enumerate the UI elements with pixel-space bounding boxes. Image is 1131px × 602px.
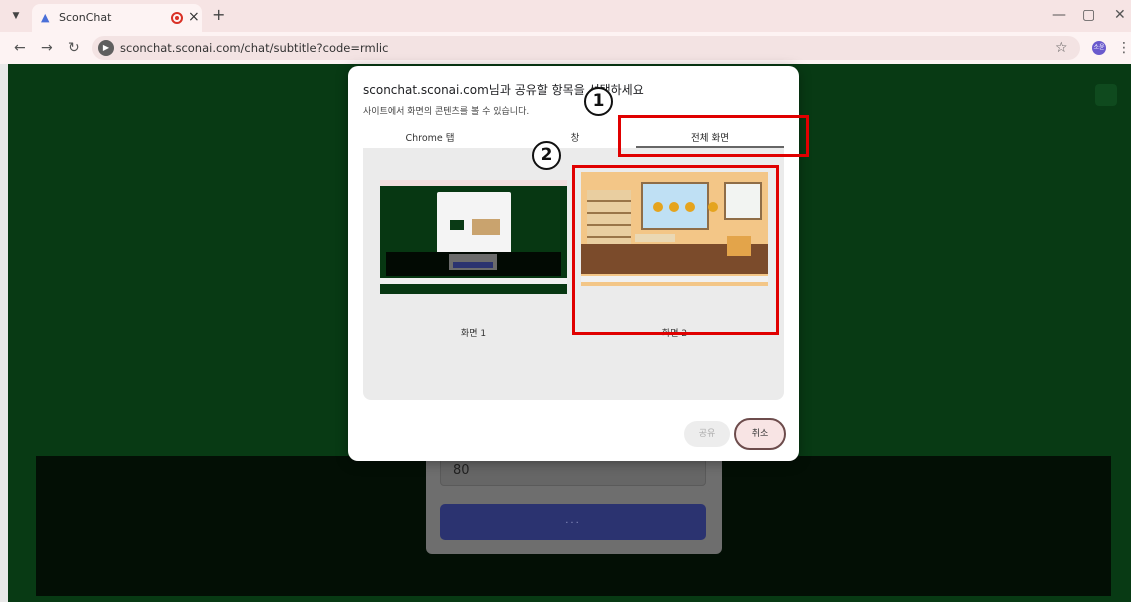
annotation-box-screen-2 [572, 165, 779, 335]
start-button[interactable]: ... [440, 504, 706, 540]
minimize-icon[interactable]: — [1052, 6, 1066, 24]
annotation-number-1: 1 [584, 87, 613, 116]
reload-icon[interactable]: ↻ [68, 39, 80, 57]
dialog-subtitle: 사이트에서 화면의 콘텐츠를 볼 수 있습니다. [363, 107, 530, 117]
settings-card: 80 ... [426, 452, 722, 554]
cancel-button[interactable]: 취소 [734, 418, 786, 450]
menu-kebab-icon[interactable]: ⋮ [1117, 39, 1131, 57]
address-bar[interactable]: ▶ sconchat.sconai.com/chat/subtitle?code… [92, 36, 1080, 60]
number-input-value: 80 [453, 463, 470, 478]
close-window-icon[interactable]: ✕ [1114, 6, 1126, 24]
screen-1-thumbnail [380, 180, 567, 294]
site-info-icon[interactable]: ▶ [98, 40, 114, 56]
share-button[interactable]: 공유 [684, 421, 730, 447]
annotation-box-entire-screen [618, 115, 809, 157]
back-icon[interactable]: ← [14, 39, 26, 57]
tab-title: SconChat [59, 11, 112, 24]
profile-avatar[interactable]: 소윤 [1092, 41, 1106, 55]
browser-tab[interactable]: ▲ SconChat × [32, 4, 202, 32]
tab-search-dropdown-icon[interactable]: ▼ [8, 8, 24, 24]
annotation-number-2: 2 [532, 141, 561, 170]
tab-close-icon[interactable]: × [188, 9, 200, 25]
recording-icon [171, 12, 183, 24]
new-tab-icon[interactable]: + [212, 6, 225, 24]
bookmark-star-icon[interactable]: ☆ [1055, 39, 1068, 57]
forward-icon[interactable]: → [41, 39, 53, 57]
page-corner-button[interactable] [1095, 84, 1117, 106]
browser-toolbar: ← → ↻ ▶ sconchat.sconai.com/chat/subtitl… [0, 32, 1131, 64]
url-text: sconchat.sconai.com/chat/subtitle?code=r… [120, 41, 389, 55]
restore-icon[interactable]: ▢ [1082, 6, 1095, 24]
sconchat-favicon-icon: ▲ [41, 11, 50, 24]
screen-1-label: 화면 1 [460, 329, 487, 339]
tab-strip: ▼ ▲ SconChat × + — ▢ ✕ [0, 0, 1131, 32]
